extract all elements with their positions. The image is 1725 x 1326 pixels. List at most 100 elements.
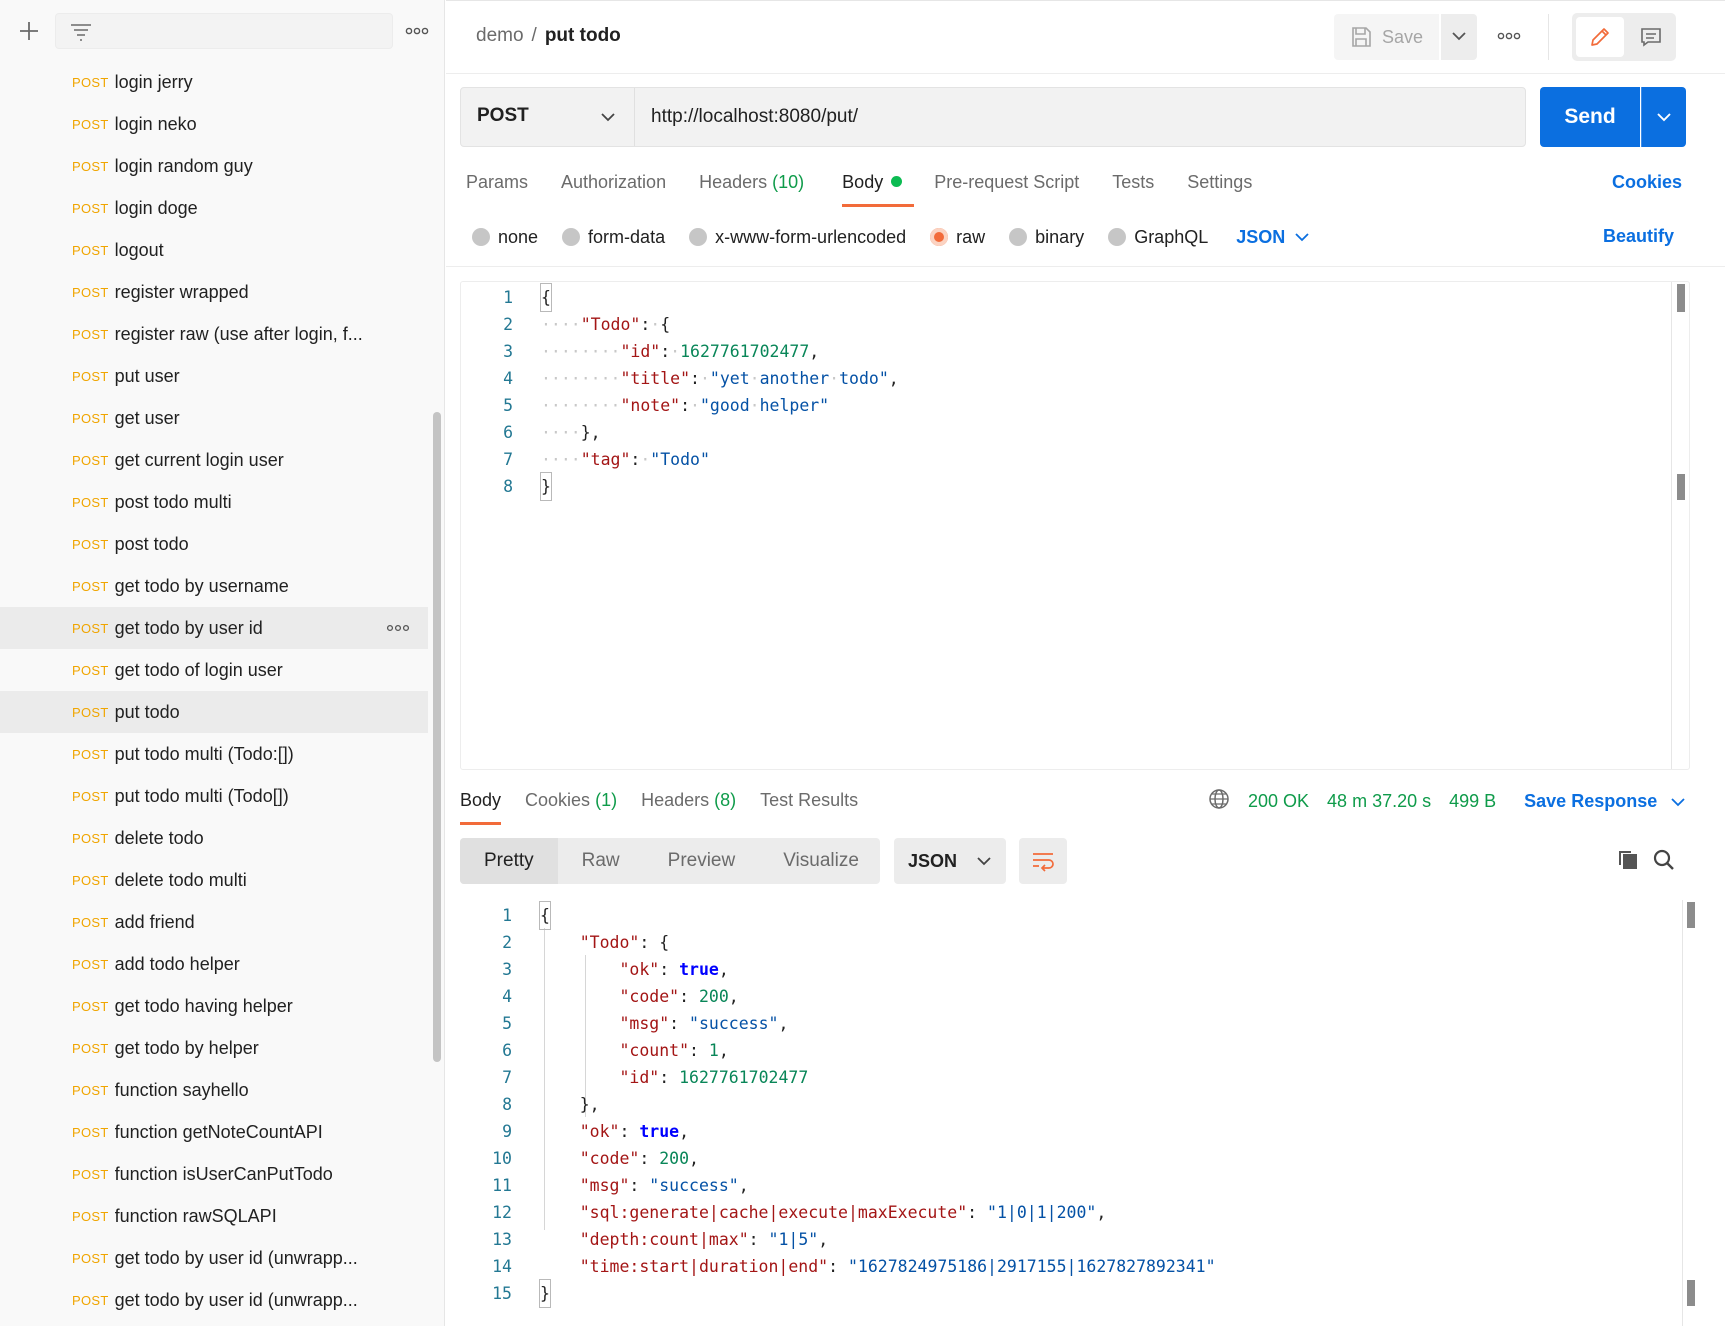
- cookies-link[interactable]: Cookies: [1612, 172, 1682, 193]
- tab-tests[interactable]: Tests: [1112, 172, 1154, 204]
- list-item[interactable]: POST delete todo multi: [0, 859, 428, 901]
- list-item[interactable]: POST get todo of login user: [0, 649, 428, 691]
- scrollbar-thumb[interactable]: [433, 412, 441, 1062]
- more-options-icon[interactable]: [386, 619, 410, 642]
- tab-authorization[interactable]: Authorization: [561, 172, 666, 204]
- list-item[interactable]: POST function isUserCanPutTodo: [0, 1153, 428, 1195]
- tab-cookies-count: (1): [595, 790, 618, 810]
- breadcrumb-collection[interactable]: demo: [476, 25, 524, 46]
- tab-settings[interactable]: Settings: [1187, 172, 1252, 204]
- send-dropdown-button[interactable]: [1641, 87, 1686, 147]
- send-button[interactable]: Send: [1540, 87, 1640, 147]
- documentation-mode-button[interactable]: [1628, 17, 1672, 57]
- chevron-down-icon: [1295, 233, 1309, 242]
- list-item[interactable]: POST register raw (use after login, f...: [0, 313, 428, 355]
- method-badge: POST: [72, 1166, 109, 1182]
- status-code[interactable]: 200 OK: [1248, 791, 1309, 812]
- response-time[interactable]: 48 m 37.20 s: [1327, 791, 1431, 812]
- list-item[interactable]: POST logout: [0, 229, 428, 271]
- method-select[interactable]: POST: [461, 88, 635, 146]
- tab-test-results[interactable]: Test Results: [760, 790, 858, 811]
- list-item[interactable]: POST post todo: [0, 523, 428, 565]
- list-item[interactable]: POST login neko: [0, 103, 428, 145]
- radio-urlencoded[interactable]: x-www-form-urlencoded: [689, 227, 906, 248]
- url-input[interactable]: [637, 88, 1525, 146]
- list-item[interactable]: POST function rawSQLAPI: [0, 1195, 428, 1237]
- chevron-down-icon: [1452, 32, 1466, 41]
- radio-none[interactable]: none: [472, 227, 538, 248]
- list-item[interactable]: POST get todo having helper: [0, 985, 428, 1027]
- radio-raw[interactable]: raw: [930, 227, 985, 248]
- globe-icon[interactable]: [1208, 788, 1230, 815]
- scrollbar-marker: [1677, 474, 1685, 500]
- tab-preview[interactable]: Preview: [644, 838, 760, 884]
- list-item[interactable]: POST login jerry: [0, 61, 428, 103]
- tab-body[interactable]: Body: [842, 172, 915, 207]
- radio-graphql[interactable]: GraphQL: [1108, 227, 1208, 248]
- list-item[interactable]: POST get todo by user id: [0, 607, 428, 649]
- list-item[interactable]: POST put user: [0, 355, 428, 397]
- edit-mode-button[interactable]: [1576, 17, 1624, 57]
- list-item[interactable]: POST login random guy: [0, 145, 428, 187]
- tab-pretty[interactable]: Pretty: [460, 838, 558, 884]
- beautify-button[interactable]: Beautify: [1603, 226, 1674, 247]
- tab-response-body[interactable]: Body: [460, 790, 502, 825]
- method-badge: POST: [72, 452, 109, 468]
- plus-icon[interactable]: [14, 16, 44, 46]
- response-size[interactable]: 499 B: [1449, 791, 1496, 812]
- request-body-editor[interactable]: 1{ 2 ····"Todo":·{ 3 ········"id":·1627761…: [460, 281, 1690, 770]
- tab-headers-label: Headers: [641, 790, 710, 810]
- tab-body-label: Body: [842, 172, 884, 192]
- response-tabs: Body Cookies (1) Headers (8) Test Result…: [460, 790, 882, 825]
- wrap-lines-button[interactable]: [1019, 838, 1067, 884]
- editor-scrollbar[interactable]: [1682, 900, 1683, 1326]
- list-item[interactable]: POST put todo multi (Todo[]): [0, 775, 428, 817]
- editor-scrollbar[interactable]: [1671, 282, 1672, 769]
- request-name: get todo having helper: [114, 995, 293, 1016]
- list-item[interactable]: POST login doge: [0, 187, 428, 229]
- request-name: login jerry: [114, 71, 193, 92]
- search-icon[interactable]: [1652, 848, 1676, 877]
- radio-form-data[interactable]: form-data: [562, 227, 665, 248]
- line-number: 3: [502, 960, 512, 979]
- list-item[interactable]: POST register wrapped: [0, 271, 428, 313]
- list-item[interactable]: POST add friend: [0, 901, 428, 943]
- tab-response-cookies[interactable]: Cookies (1): [525, 790, 617, 811]
- tab-params[interactable]: Params: [466, 172, 528, 204]
- request-workspace: demo / put todo Save POST http://localho…: [446, 0, 1725, 1326]
- tab-response-headers[interactable]: Headers (8): [641, 790, 736, 811]
- list-item[interactable]: POST add todo helper: [0, 943, 428, 985]
- response-body-viewer[interactable]: 1{ 2 "Todo": { 3 "ok": true, 4 "code": 2…: [460, 900, 1700, 1326]
- list-item[interactable]: POST get current login user: [0, 439, 428, 481]
- more-options-icon[interactable]: [1496, 26, 1522, 51]
- method-badge: POST: [72, 1250, 109, 1266]
- list-item[interactable]: POST function sayhello: [0, 1069, 428, 1111]
- tab-raw[interactable]: Raw: [558, 838, 644, 884]
- list-item[interactable]: POST get todo by helper: [0, 1027, 428, 1069]
- method-badge: POST: [72, 620, 109, 636]
- sidebar-scrollbar[interactable]: [432, 64, 442, 1326]
- body-format-select[interactable]: JSON: [1236, 227, 1309, 248]
- filter-input[interactable]: [55, 13, 393, 49]
- more-options-icon[interactable]: [404, 21, 430, 41]
- list-item[interactable]: POST get user: [0, 397, 428, 439]
- list-item[interactable]: POST get todo by user id (unwrapp...: [0, 1237, 428, 1279]
- save-button[interactable]: Save: [1334, 14, 1439, 60]
- list-item[interactable]: POST delete todo: [0, 817, 428, 859]
- list-item[interactable]: POST get todo by username: [0, 565, 428, 607]
- tab-visualize[interactable]: Visualize: [759, 838, 883, 884]
- list-item[interactable]: POST put todo multi (Todo:[]): [0, 733, 428, 775]
- list-item[interactable]: POST post todo multi: [0, 481, 428, 523]
- copy-icon[interactable]: [1616, 848, 1640, 877]
- response-format-select[interactable]: JSON: [894, 838, 1006, 884]
- save-response-button[interactable]: Save Response: [1524, 791, 1685, 812]
- list-item[interactable]: POST function getNoteCountAPI: [0, 1111, 428, 1153]
- request-name: add todo helper: [114, 953, 240, 974]
- tab-prerequest-script[interactable]: Pre-request Script: [934, 172, 1079, 204]
- tab-headers[interactable]: Headers (10): [699, 172, 804, 204]
- radio-binary[interactable]: binary: [1009, 227, 1084, 248]
- save-dropdown-button[interactable]: [1441, 14, 1477, 60]
- list-item[interactable]: POST get todo by user id (unwrapp...: [0, 1279, 428, 1321]
- list-item-active[interactable]: POST put todo: [0, 691, 428, 733]
- request-title[interactable]: put todo: [545, 25, 621, 46]
